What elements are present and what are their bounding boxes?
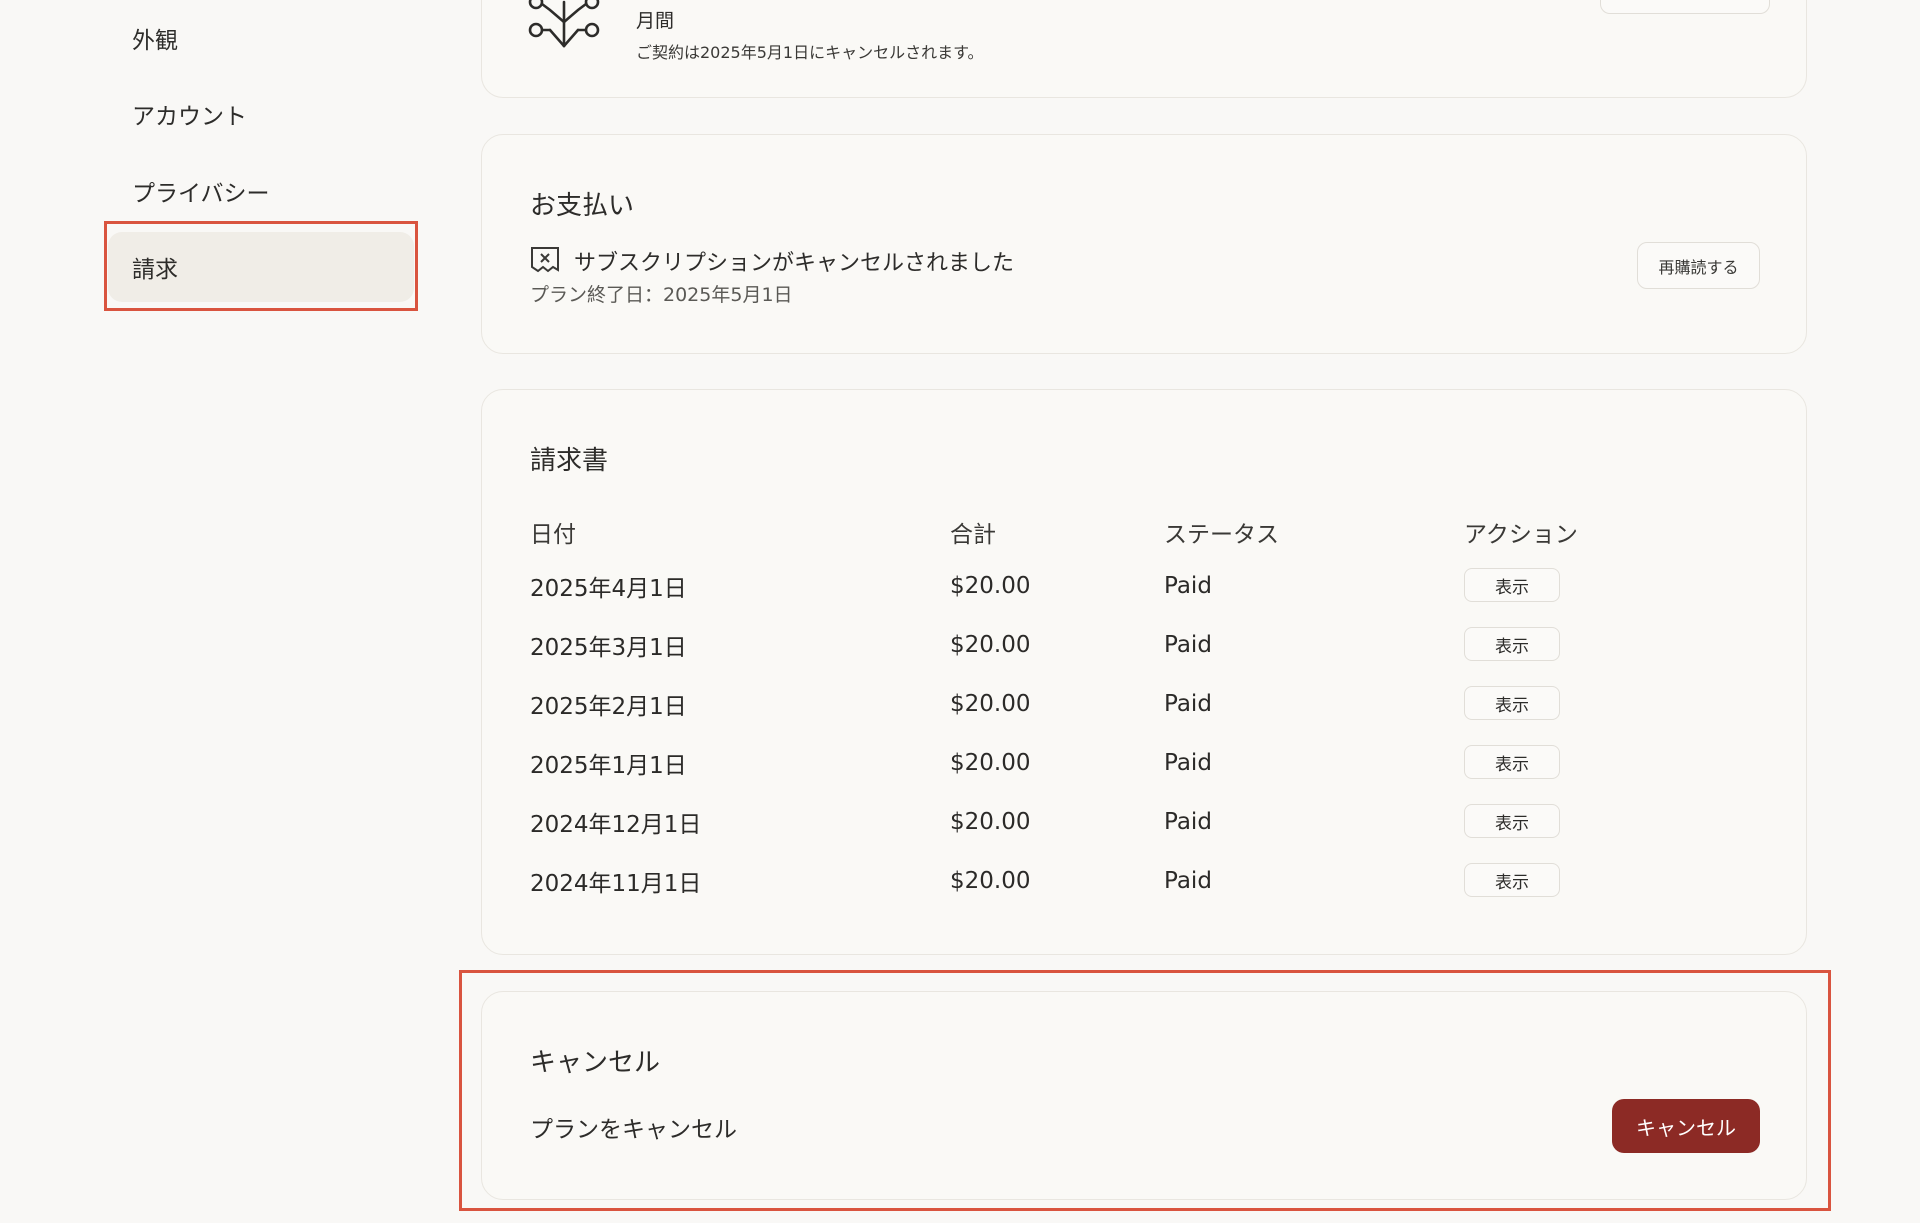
invoice-date: 2025年1月1日 — [530, 752, 687, 779]
invoice-total: $20.00 — [950, 808, 1031, 835]
plan-action-button[interactable] — [1600, 0, 1770, 14]
table-row: 2025年3月1日 $20.00 Paid 表示 — [482, 615, 1806, 674]
payment-card: お支払い サブスクリプションがキャンセルされました プラン終了日：2025年5月… — [481, 134, 1807, 354]
view-invoice-button[interactable]: 表示 — [1464, 686, 1560, 720]
plan-period: 月間 — [636, 10, 675, 32]
table-row: 2025年1月1日 $20.00 Paid 表示 — [482, 733, 1806, 792]
view-invoice-button[interactable]: 表示 — [1464, 863, 1560, 897]
column-header-action: アクション — [1464, 522, 1578, 548]
invoice-total: $20.00 — [950, 749, 1031, 776]
plan-tree-icon — [526, 0, 602, 56]
sidebar-item-label: 外観 — [132, 28, 178, 54]
invoice-status: Paid — [1164, 867, 1212, 894]
column-header-date: 日付 — [530, 522, 576, 548]
cancelled-receipt-icon — [530, 246, 560, 274]
sidebar-item-label: アカウント — [132, 104, 247, 130]
invoice-date: 2024年11月1日 — [530, 870, 702, 897]
table-row: 2024年11月1日 $20.00 Paid 表示 — [482, 851, 1806, 910]
invoice-status: Paid — [1164, 749, 1212, 776]
invoice-total: $20.00 — [950, 631, 1031, 658]
table-row: 2024年12月1日 $20.00 Paid 表示 — [482, 792, 1806, 851]
invoice-total: $20.00 — [950, 690, 1031, 717]
resubscribe-button[interactable]: 再購読する — [1637, 242, 1760, 289]
invoice-status: Paid — [1164, 572, 1212, 599]
cancel-plan-label: プランをキャンセル — [530, 1117, 737, 1143]
invoice-date: 2024年12月1日 — [530, 811, 702, 838]
view-invoice-button[interactable]: 表示 — [1464, 627, 1560, 661]
plan-end-date: プラン終了日：2025年5月1日 — [530, 284, 793, 306]
sidebar-item-label: 請求 — [132, 257, 178, 283]
settings-page: 外観 アカウント プライバシー 請求 月間 ご契約は2025年5月1日にキャンセ… — [0, 0, 1920, 1223]
invoice-status: Paid — [1164, 808, 1212, 835]
subscription-status: サブスクリプションがキャンセルされました — [574, 251, 1015, 276]
view-invoice-button[interactable]: 表示 — [1464, 804, 1560, 838]
sidebar-item-label: プライバシー — [132, 181, 270, 207]
plan-card: 月間 ご契約は2025年5月1日にキャンセルされます。 — [481, 0, 1807, 98]
table-row: 2025年4月1日 $20.00 Paid 表示 — [482, 556, 1806, 615]
plan-cancel-notice: ご契約は2025年5月1日にキャンセルされます。 — [636, 43, 984, 62]
invoice-date: 2025年2月1日 — [530, 693, 687, 720]
invoice-date: 2025年3月1日 — [530, 634, 687, 661]
invoice-status: Paid — [1164, 690, 1212, 717]
sidebar-item-account[interactable]: アカウント — [108, 79, 414, 149]
cancel-card: キャンセル プランをキャンセル キャンセル — [481, 991, 1807, 1200]
cancel-title: キャンセル — [530, 1048, 661, 1078]
view-invoice-button[interactable]: 表示 — [1464, 745, 1560, 779]
invoices-title: 請求書 — [530, 446, 609, 476]
invoice-total: $20.00 — [950, 867, 1031, 894]
invoice-date: 2025年4月1日 — [530, 575, 687, 602]
sidebar-item-billing[interactable]: 請求 — [108, 232, 414, 302]
invoice-status: Paid — [1164, 631, 1212, 658]
view-invoice-button[interactable]: 表示 — [1464, 568, 1560, 602]
cancel-plan-button[interactable]: キャンセル — [1612, 1099, 1760, 1153]
column-header-status: ステータス — [1164, 522, 1279, 548]
invoices-card: 請求書 日付 合計 ステータス アクション 2025年4月1日 $20.00 P… — [481, 389, 1807, 955]
payment-title: お支払い — [530, 191, 635, 221]
invoice-total: $20.00 — [950, 572, 1031, 599]
sidebar-item-privacy[interactable]: プライバシー — [108, 156, 414, 226]
table-row: 2025年2月1日 $20.00 Paid 表示 — [482, 674, 1806, 733]
column-header-total: 合計 — [950, 522, 996, 548]
sidebar-item-appearance[interactable]: 外観 — [108, 3, 414, 73]
